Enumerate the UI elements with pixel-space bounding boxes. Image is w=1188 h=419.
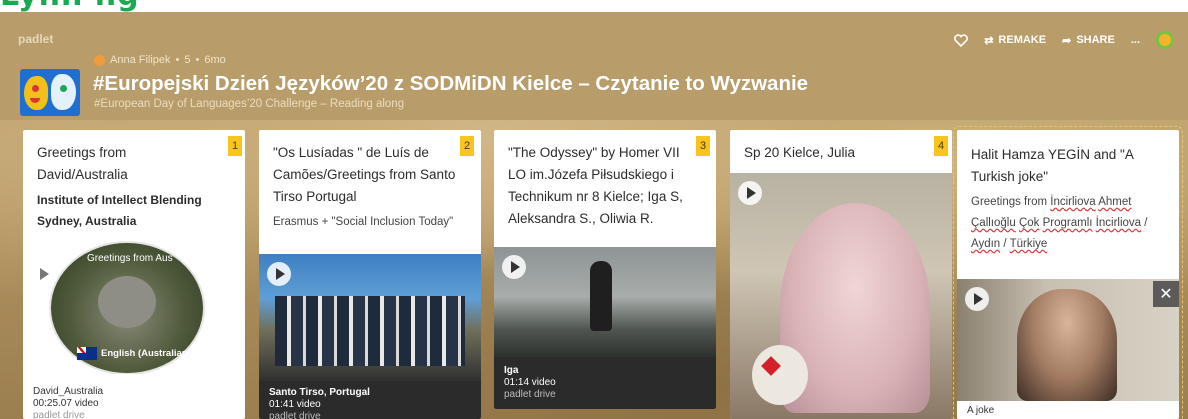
play-icon[interactable] [738,181,762,205]
play-icon[interactable] [965,287,989,311]
language-badge: English (Australian) [77,347,191,360]
remake-icon: ⇄ [984,34,994,47]
post-heading: Sp 20 Kielce, Julia [744,145,856,160]
post-age: 6mo [204,54,226,66]
edl-logo [20,69,80,116]
post-body: Erasmus + "Social Inclusion Today" [273,216,454,228]
video-caption: David_Australia 00:25.07 video padlet dr… [33,386,103,419]
play-icon[interactable] [40,268,49,280]
play-icon[interactable] [502,255,526,279]
post-body: Institute of Intellect Blending Sydney, … [37,193,202,228]
more-button[interactable]: ... [1131,34,1140,46]
heart-icon [954,33,969,47]
page-subtitle: #European Day of Languages’20 Challenge … [94,98,405,110]
top-actions: ⇄ REMAKE ➦ SHARE ... [954,30,1174,50]
close-icon[interactable]: ✕ [1153,281,1179,307]
australia-flag-icon [77,347,97,360]
caption-source: padlet drive [269,411,321,419]
caption-title: A joke [967,405,995,416]
author-name[interactable]: Anna Filipek [110,54,171,66]
video-caption: Santo Tirso, Portugal 01:41 video padlet… [259,381,481,419]
like-count: 5 [184,54,191,66]
caption-duration: 00:25.07 video [33,398,99,409]
partial-heading-cutoff: Lynn ng [0,0,140,12]
boy-figure [1017,289,1117,401]
play-icon[interactable] [267,262,291,286]
caption-title: Iga [504,365,519,376]
koala-figure [98,276,156,328]
top-strip: Lynn ng [0,0,1188,12]
avatar[interactable] [94,54,105,66]
post-card-2[interactable]: 2 "Os Lusíadas " de Luís de Camões/Greet… [259,130,481,419]
brand-name[interactable]: padlet [18,32,53,46]
post-number-badge: 2 [460,136,474,156]
caption-duration: 01:41 video [269,399,321,410]
post-heading: Greetings from David/Australia [37,145,128,182]
toy-figure [752,345,808,405]
girl-figure [590,261,612,331]
remake-button[interactable]: ⇄ REMAKE [984,34,1046,47]
post-card-3[interactable]: 3 "The Odyssey" by Homer VII LO im.Józef… [494,130,716,409]
video-thumbnail[interactable] [259,254,481,381]
post-body: Greetings from İncirliova Ahmet Çallıoğl… [971,196,1148,250]
language-label: English (Australian) [101,348,191,359]
post-number-badge: 1 [228,136,242,156]
caption-title: David_Australia [33,386,104,397]
post-heading: "The Odyssey" by Homer VII LO im.Józefa … [508,145,683,226]
share-button[interactable]: ➦ SHARE [1062,34,1115,47]
video-thumbnail[interactable] [957,279,1179,401]
post-card-1[interactable]: 1 Greetings from David/Australia Institu… [23,130,245,419]
board-header: padlet ⇄ REMAKE ➦ SHARE ... Anna Filipek… [0,12,1188,120]
page-title: #Europejski Dzień Języków’20 z SODMiDN K… [93,72,809,95]
like-button[interactable] [954,33,969,47]
group-photo [275,296,465,366]
remake-label: REMAKE [998,34,1047,46]
post-heading: Halit Hamza YEGİN and "A Turkish joke" [971,147,1134,184]
more-icon: ... [1130,34,1140,46]
video-thumbnail[interactable] [494,247,716,357]
video-thumbnail[interactable]: Greetings from Aus English (Australian) [23,240,245,374]
thumb-overlay-text: Greetings from Aus [87,253,173,264]
post-card-4[interactable]: 4 Sp 20 Kielce, Julia [730,130,952,419]
post-meta: Anna Filipek • 5 • 6mo [94,54,226,66]
video-caption: Iga 01:14 video padlet drive [494,357,716,409]
caption-source: padlet drive [33,410,85,419]
video-thumbnail[interactable] [730,173,952,419]
caption-duration: 01:14 video [504,377,556,388]
post-heading: "Os Lusíadas " de Luís de Camões/Greetin… [273,145,456,204]
separator-dot: • [175,54,180,66]
padlet-logo-icon[interactable] [1156,31,1174,49]
separator-dot: • [195,54,200,66]
video-caption: A joke [957,401,1179,419]
share-icon: ➦ [1062,34,1072,47]
caption-title: Santo Tirso, Portugal [269,387,370,398]
post-number-badge: 4 [934,136,948,156]
caption-source: padlet drive [504,389,556,400]
post-card-5[interactable]: Halit Hamza YEGİN and "A Turkish joke" G… [953,126,1183,419]
post-number-badge: 3 [696,136,710,156]
share-label: SHARE [1076,34,1115,46]
